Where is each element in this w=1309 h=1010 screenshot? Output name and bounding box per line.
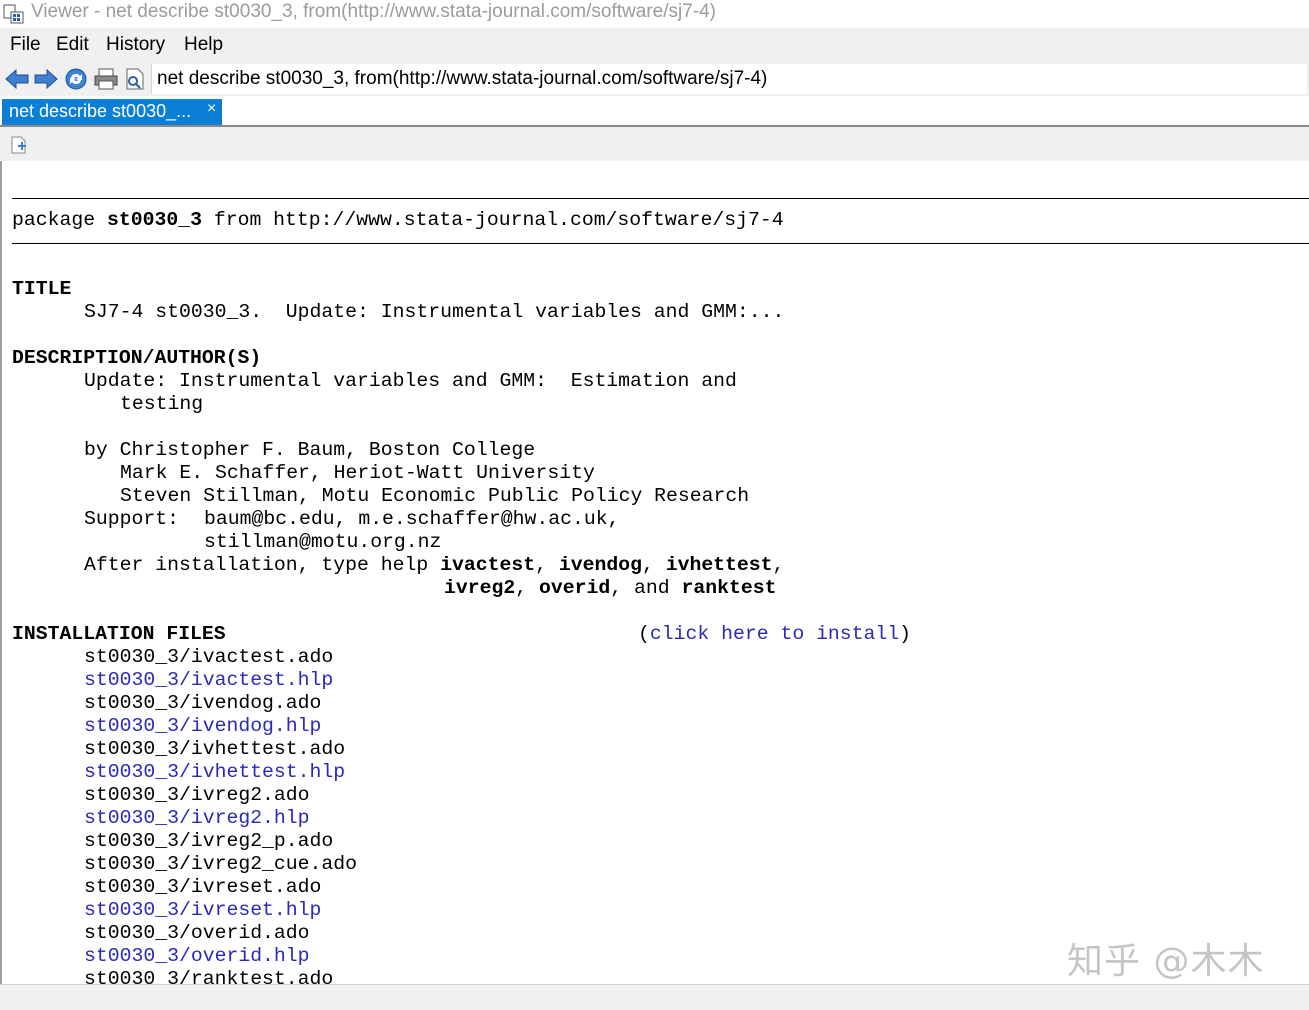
command-input[interactable] xyxy=(152,64,1307,94)
after-install-and: and xyxy=(633,577,670,599)
forward-arrow-icon[interactable] xyxy=(33,67,59,91)
help-ranktest[interactable]: ranktest xyxy=(681,577,776,599)
support-line-2: stillman@motu.org.nz xyxy=(204,531,442,553)
description-heading: DESCRIPTION/AUTHOR(S) xyxy=(12,347,262,369)
file-list-item: st0030_3/ivhettest.ado xyxy=(84,738,346,760)
title-heading: TITLE xyxy=(12,278,72,300)
file-link-item[interactable]: st0030_3/ivreset.hlp xyxy=(84,899,321,922)
package-source: from http://www.stata-journal.com/softwa… xyxy=(213,209,784,231)
file-link-item[interactable]: st0030_3/ivreg2.hlp xyxy=(84,807,310,830)
menu-edit[interactable]: Edit xyxy=(56,34,89,56)
after-install-prefix: After installation, type help xyxy=(84,554,441,576)
top-divider xyxy=(12,198,1309,199)
author-line-3: Steven Stillman, Motu Economic Public Po… xyxy=(120,485,750,507)
toolbar xyxy=(0,62,1309,96)
command-address-bar[interactable] xyxy=(151,64,1307,94)
install-paren-open: ( xyxy=(638,623,650,645)
file-list-item: st0030_3/ivreg2.ado xyxy=(84,784,310,806)
after-install-line-2: ivreg2, overid, and ranktest xyxy=(444,577,777,599)
installation-heading: INSTALLATION FILES xyxy=(12,623,226,645)
file-list-item: st0030_3/overid.ado xyxy=(84,922,310,944)
viewer-app-icon xyxy=(3,4,24,24)
file-list-item: st0030_3/ivreg2_cue.ado xyxy=(84,853,358,875)
find-icon[interactable] xyxy=(123,67,149,91)
file-link-item[interactable]: st0030_3/ivhettest.hlp xyxy=(84,761,345,784)
package-word: package xyxy=(12,209,96,231)
viewer-subtoolbar xyxy=(0,127,1309,161)
file-list-item: st0030_3/ranktest.ado xyxy=(84,968,334,984)
tab-net-describe[interactable]: net describe st0030_... × xyxy=(2,99,222,125)
description-line-2: testing xyxy=(120,393,204,415)
tab-strip: net describe st0030_... × xyxy=(0,96,1309,127)
menu-history[interactable]: History xyxy=(106,34,165,56)
package-line: package st0030_3 from http://www.stata-j… xyxy=(12,209,784,232)
menu-bar: File Edit History Help xyxy=(0,28,1309,62)
refresh-icon[interactable] xyxy=(63,67,89,91)
file-list-item: st0030_3/ivactest.ado xyxy=(84,646,334,668)
watermark: 知乎 @木木 xyxy=(1067,941,1265,982)
help-ivactest[interactable]: ivactest xyxy=(440,554,535,576)
menu-file[interactable]: File xyxy=(10,34,41,56)
file-list-item: st0030_3/ivreset.ado xyxy=(84,876,322,898)
status-bar xyxy=(0,984,1309,1010)
tab-label: net describe st0030_... xyxy=(9,101,192,121)
click-here-to-install-link[interactable]: click here to install xyxy=(650,623,899,645)
file-list-item: st0030_3/ivendog.ado xyxy=(84,692,322,714)
title-text: SJ7-4 st0030_3. Update: Instrumental var… xyxy=(84,301,785,323)
package-divider xyxy=(12,243,1309,244)
title-bar: Viewer - net describe st0030_3, from(htt… xyxy=(0,0,1309,26)
after-install-line-1: After installation, type help ivactest, … xyxy=(84,554,785,576)
new-tab-icon[interactable] xyxy=(10,136,28,154)
help-overid[interactable]: overid xyxy=(539,577,610,599)
back-arrow-icon[interactable] xyxy=(4,67,30,91)
help-ivendog[interactable]: ivendog xyxy=(559,554,642,576)
support-label: Support: xyxy=(84,508,179,530)
file-link-item[interactable]: st0030_3/overid.hlp xyxy=(84,945,310,968)
file-link-item[interactable]: st0030_3/ivactest.hlp xyxy=(84,669,333,692)
install-link-wrapper: (click here to install) xyxy=(638,623,911,646)
author-line-1: by Christopher F. Baum, Boston College xyxy=(84,439,536,461)
author-line-2: Mark E. Schaffer, Heriot-Watt University xyxy=(120,462,595,484)
install-paren-close: ) xyxy=(899,623,912,645)
viewer-content: package st0030_3 from http://www.stata-j… xyxy=(0,161,1309,984)
tab-close-icon[interactable]: × xyxy=(207,100,216,118)
window-title: Viewer - net describe st0030_3, from(htt… xyxy=(31,1,716,22)
print-icon[interactable] xyxy=(93,67,119,91)
menu-help[interactable]: Help xyxy=(184,34,223,56)
package-name: st0030_3 xyxy=(106,209,202,231)
help-ivhettest[interactable]: ivhettest xyxy=(666,554,773,576)
description-line-1: Update: Instrumental variables and GMM: … xyxy=(84,370,737,392)
support-line-1: baum@bc.edu, m.e.schaffer@hw.ac.uk, xyxy=(204,508,620,530)
help-ivreg2[interactable]: ivreg2 xyxy=(444,577,515,599)
file-link-item[interactable]: st0030_3/ivendog.hlp xyxy=(84,715,321,738)
file-list-item: st0030_3/ivreg2_p.ado xyxy=(84,830,334,852)
